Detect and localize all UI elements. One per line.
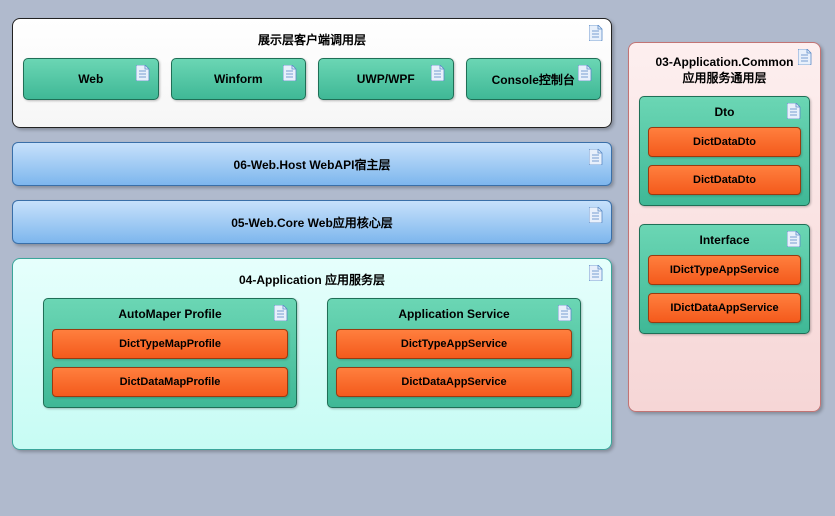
item-label: IDictDataAppService bbox=[670, 302, 778, 314]
diagram-canvas: 展示层客户端调用层 Web Winform UWP/WPF Console控制台 bbox=[0, 0, 835, 516]
client-winform: Winform bbox=[171, 58, 307, 100]
interface-box: Interface IDictTypeAppService IDictDataA… bbox=[639, 224, 810, 334]
appservice-box: Application Service DictTypeAppService D… bbox=[327, 298, 581, 408]
document-icon bbox=[589, 265, 603, 281]
common-panel: 03-Application.Common 应用服务通用层 Dto DictDa… bbox=[628, 42, 821, 412]
document-icon bbox=[589, 25, 603, 41]
dto-item: DictDataDto bbox=[648, 165, 801, 195]
client-label: UWP/WPF bbox=[357, 72, 415, 86]
item-label: DictDataAppService bbox=[401, 376, 506, 388]
client-label: Winform bbox=[214, 72, 263, 86]
web-core-title: 05-Web.Core Web应用核心层 bbox=[231, 214, 393, 231]
item-label: DictDataMapProfile bbox=[120, 376, 221, 388]
common-title-line2: 应用服务通用层 bbox=[682, 71, 766, 85]
common-title-line1: 03-Application.Common bbox=[655, 55, 793, 69]
document-icon bbox=[136, 65, 150, 81]
document-icon bbox=[283, 65, 297, 81]
appservice-item: DictDataAppService bbox=[336, 367, 572, 397]
client-console: Console控制台 bbox=[466, 58, 602, 100]
item-label: IDictTypeAppService bbox=[670, 264, 779, 276]
dto-item: DictDataDto bbox=[648, 127, 801, 157]
interface-title: Interface bbox=[648, 231, 801, 255]
automapper-item: DictTypeMapProfile bbox=[52, 329, 288, 359]
dto-box: Dto DictDataDto DictDataDto bbox=[639, 96, 810, 206]
automapper-item: DictDataMapProfile bbox=[52, 367, 288, 397]
document-icon bbox=[798, 49, 812, 65]
item-label: DictDataDto bbox=[693, 136, 756, 148]
web-host-title: 06-Web.Host WebAPI宿主层 bbox=[234, 156, 391, 173]
interface-item: IDictDataAppService bbox=[648, 293, 801, 323]
document-icon bbox=[589, 149, 603, 165]
document-icon bbox=[558, 305, 572, 321]
document-icon bbox=[578, 65, 592, 81]
client-uwp-wpf: UWP/WPF bbox=[318, 58, 454, 100]
presentation-panel: 展示层客户端调用层 Web Winform UWP/WPF Console控制台 bbox=[12, 18, 612, 128]
document-icon bbox=[787, 103, 801, 119]
item-label: DictTypeMapProfile bbox=[119, 338, 221, 350]
client-web: Web bbox=[23, 58, 159, 100]
item-label: DictTypeAppService bbox=[401, 338, 507, 350]
appservice-item: DictTypeAppService bbox=[336, 329, 572, 359]
client-label: Web bbox=[78, 72, 103, 86]
web-core-bar: 05-Web.Core Web应用核心层 bbox=[12, 200, 612, 244]
item-label: DictDataDto bbox=[693, 174, 756, 186]
right-column: 03-Application.Common 应用服务通用层 Dto DictDa… bbox=[628, 42, 821, 426]
client-label: Console控制台 bbox=[492, 71, 575, 88]
interface-item: IDictTypeAppService bbox=[648, 255, 801, 285]
web-host-bar: 06-Web.Host WebAPI宿主层 bbox=[12, 142, 612, 186]
left-column: 展示层客户端调用层 Web Winform UWP/WPF Console控制台 bbox=[12, 18, 612, 464]
appservice-title: Application Service bbox=[336, 305, 572, 329]
common-title: 03-Application.Common 应用服务通用层 bbox=[639, 51, 810, 96]
application-panel: 04-Application 应用服务层 AutoMaper Profile D… bbox=[12, 258, 612, 450]
automapper-box: AutoMaper Profile DictTypeMapProfile Dic… bbox=[43, 298, 297, 408]
presentation-title: 展示层客户端调用层 bbox=[23, 27, 601, 58]
document-icon bbox=[274, 305, 288, 321]
client-row: Web Winform UWP/WPF Console控制台 bbox=[23, 58, 601, 100]
document-icon bbox=[589, 207, 603, 223]
document-icon bbox=[431, 65, 445, 81]
application-title: 04-Application 应用服务层 bbox=[23, 267, 601, 298]
automapper-title: AutoMaper Profile bbox=[52, 305, 288, 329]
document-icon bbox=[787, 231, 801, 247]
application-inner-row: AutoMaper Profile DictTypeMapProfile Dic… bbox=[23, 298, 601, 408]
dto-title: Dto bbox=[648, 103, 801, 127]
